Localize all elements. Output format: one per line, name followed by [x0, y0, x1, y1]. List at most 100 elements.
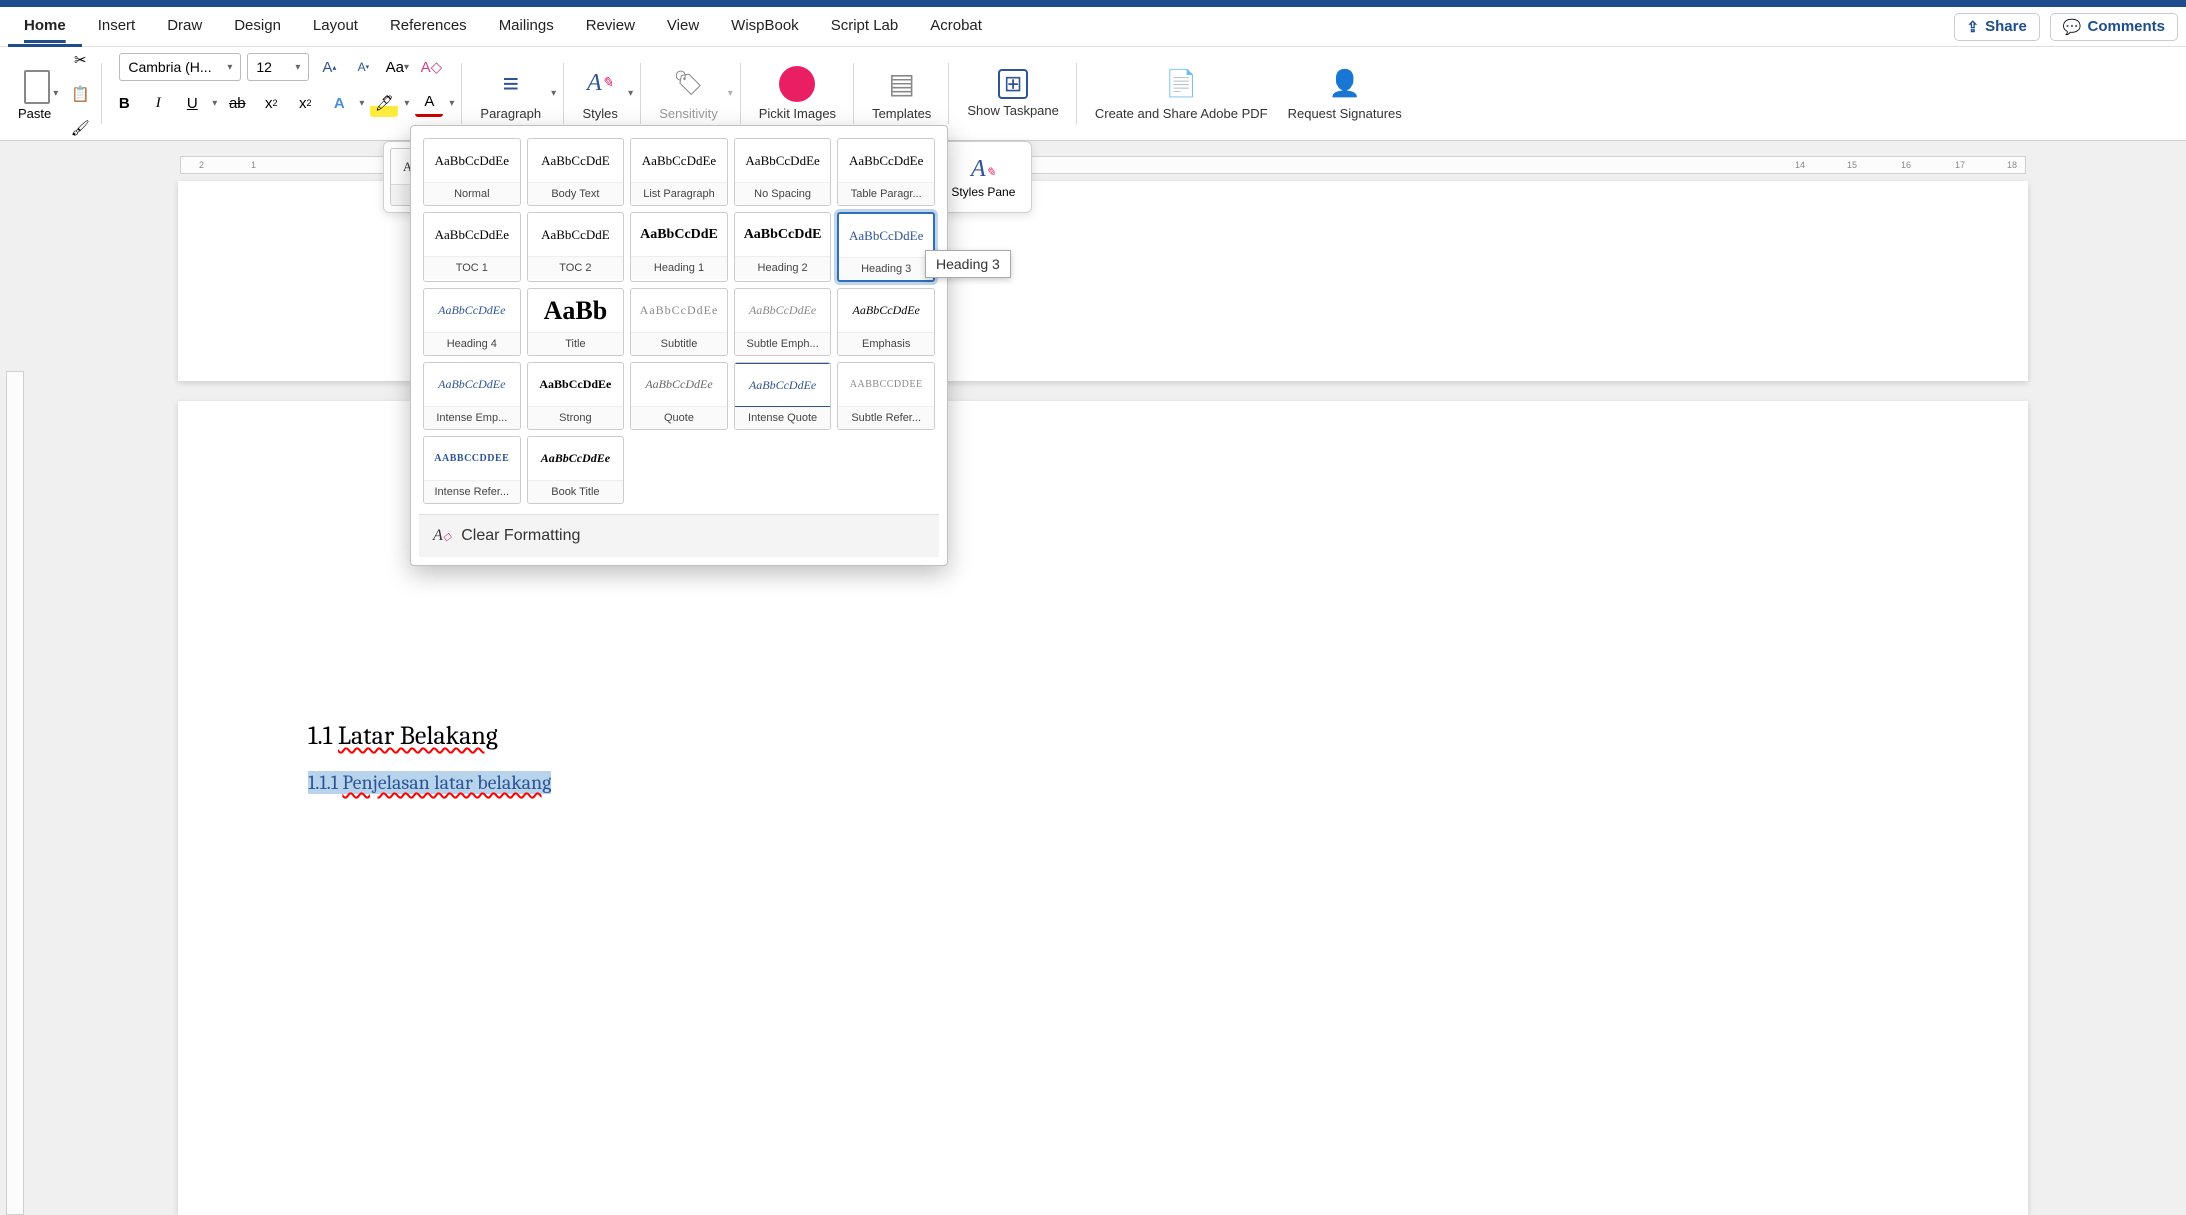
decrease-font-icon[interactable]: A▾: [349, 53, 377, 81]
tab-references[interactable]: References: [374, 7, 483, 47]
heading-1[interactable]: 1.1 Latar Belakang: [308, 721, 498, 751]
templates-button[interactable]: ▤ Templates: [862, 62, 941, 126]
underline-icon[interactable]: U: [178, 89, 206, 117]
paragraph-button[interactable]: ≡ Paragraph: [470, 62, 551, 126]
italic-icon[interactable]: I: [144, 89, 172, 117]
styles-pane-button[interactable]: A✎ Styles Pane: [941, 150, 1025, 205]
style-tile-list-paragraph[interactable]: AaBbCcDdEeList Paragraph: [630, 138, 728, 206]
tab-home[interactable]: Home: [8, 7, 82, 47]
paragraph-label: Paragraph: [480, 106, 541, 122]
style-tile-book-title[interactable]: AaBbCcDdEeBook Title: [527, 436, 625, 504]
style-tile-heading-3[interactable]: AaBbCcDdEeHeading 3: [837, 212, 935, 282]
cut-icon[interactable]: ✂: [66, 46, 94, 74]
tab-scriptlab[interactable]: Script Lab: [815, 7, 915, 47]
style-tile-heading-2[interactable]: AaBbCcDdEHeading 2: [734, 212, 832, 282]
styles-dropdown-toggle[interactable]: ▾: [628, 88, 633, 99]
style-label: Heading 4: [424, 333, 520, 355]
highlight-dropdown[interactable]: ▾: [404, 98, 409, 109]
request-signatures-button[interactable]: 👤 Request Signatures: [1278, 62, 1412, 126]
vertical-ruler[interactable]: [6, 371, 24, 1215]
style-label: Strong: [528, 407, 624, 429]
style-tile-heading-4[interactable]: AaBbCcDdEeHeading 4: [423, 288, 521, 356]
font-color-icon[interactable]: A: [415, 89, 443, 117]
font-size-select[interactable]: 12 ▾: [247, 53, 309, 81]
style-preview: AaBbCcDdEe: [631, 363, 727, 407]
style-preview: AaBbCcDdE: [631, 213, 727, 257]
text-effects-icon[interactable]: A: [325, 89, 353, 117]
document-area: 2 1 14 15 16 17 18 1.1 Latar Belakang 1.…: [0, 141, 2186, 1215]
style-tile-toc-1[interactable]: AaBbCcDdEeTOC 1: [423, 212, 521, 282]
copy-icon[interactable]: 📋: [66, 80, 94, 108]
style-label: Book Title: [528, 481, 624, 503]
style-preview: AaBbCcDdEe: [528, 363, 624, 407]
header-actions: ⇪ Share 💬 Comments: [1954, 13, 2178, 41]
heading-1-text: Latar Belakang: [338, 721, 498, 751]
format-painter-icon[interactable]: 🖌: [66, 114, 94, 142]
style-tile-strong[interactable]: AaBbCcDdEeStrong: [527, 362, 625, 430]
increase-font-icon[interactable]: A▴: [315, 53, 343, 81]
superscript-icon[interactable]: x2: [291, 89, 319, 117]
pdf-icon: 📄: [1163, 66, 1199, 102]
share-button[interactable]: ⇪ Share: [1954, 13, 2040, 41]
styles-grid: AaBbCcDdEeNormalAaBbCcDdEBody TextAaBbCc…: [419, 134, 939, 508]
change-case-icon[interactable]: Aa▾: [383, 53, 411, 81]
tab-layout[interactable]: Layout: [297, 7, 374, 47]
subscript-icon[interactable]: x2: [257, 89, 285, 117]
font-size-value: 12: [256, 59, 272, 75]
adobe-pdf-button[interactable]: 📄 Create and Share Adobe PDF: [1085, 62, 1278, 126]
taskpane-group: ⊞ Show Taskpane: [949, 53, 1077, 134]
tab-mailings[interactable]: Mailings: [483, 7, 570, 47]
style-tile-subtle-refer-[interactable]: AABBCCDDEESubtle Refer...: [837, 362, 935, 430]
style-tile-normal[interactable]: AaBbCcDdEeNormal: [423, 138, 521, 206]
style-preview: AaBbCcDdE: [528, 213, 624, 257]
paste-dropdown[interactable]: ▾: [53, 88, 58, 99]
tab-acrobat[interactable]: Acrobat: [914, 7, 998, 47]
tab-insert[interactable]: Insert: [82, 7, 152, 47]
style-tile-title[interactable]: AaBbTitle: [527, 288, 625, 356]
style-preview: AaBbCcDdE: [735, 213, 831, 257]
heading-3-selected[interactable]: 1.1.1 Penjelasan latar belakang: [308, 771, 551, 794]
underline-dropdown[interactable]: ▾: [212, 98, 217, 109]
clipboard-group: Paste ▾ ✂ 📋 🖌: [10, 53, 102, 134]
style-label: No Spacing: [735, 183, 831, 205]
style-tooltip: Heading 3: [925, 250, 1011, 278]
sensitivity-label: Sensitivity: [659, 106, 718, 122]
tab-draw[interactable]: Draw: [151, 7, 218, 47]
text-effects-dropdown[interactable]: ▾: [359, 98, 364, 109]
style-tile-table-paragr-[interactable]: AaBbCcDdEeTable Paragr...: [837, 138, 935, 206]
tab-wispbook[interactable]: WispBook: [715, 7, 815, 47]
font-color-dropdown[interactable]: ▾: [449, 98, 454, 109]
style-tile-heading-1[interactable]: AaBbCcDdEHeading 1: [630, 212, 728, 282]
tab-view[interactable]: View: [651, 7, 715, 47]
tab-review[interactable]: Review: [570, 7, 651, 47]
show-taskpane-button[interactable]: ⊞ Show Taskpane: [957, 65, 1069, 123]
pickit-button[interactable]: Pickit Images: [749, 62, 846, 126]
paste-button[interactable]: Paste: [18, 66, 51, 121]
style-label: Intense Refer...: [424, 481, 520, 503]
pickit-label: Pickit Images: [759, 106, 836, 122]
style-tile-intense-quote[interactable]: AaBbCcDdEeIntense Quote: [734, 362, 832, 430]
style-tile-body-text[interactable]: AaBbCcDdEBody Text: [527, 138, 625, 206]
style-tile-subtle-emph-[interactable]: AaBbCcDdEeSubtle Emph...: [734, 288, 832, 356]
style-tile-intense-refer-[interactable]: AABBCCDDEEIntense Refer...: [423, 436, 521, 504]
font-name-select[interactable]: Cambria (H... ▾: [119, 53, 241, 81]
style-tile-toc-2[interactable]: AaBbCcDdETOC 2: [527, 212, 625, 282]
sensitivity-dropdown[interactable]: ▾: [728, 88, 733, 99]
tab-design[interactable]: Design: [218, 7, 297, 47]
style-tile-quote[interactable]: AaBbCcDdEeQuote: [630, 362, 728, 430]
style-tile-subtitle[interactable]: AaBbCcDdEeSubtitle: [630, 288, 728, 356]
bold-icon[interactable]: B: [110, 89, 138, 117]
style-tile-emphasis[interactable]: AaBbCcDdEeEmphasis: [837, 288, 935, 356]
signature-icon: 👤: [1327, 66, 1363, 102]
paragraph-dropdown[interactable]: ▾: [551, 88, 556, 99]
style-tile-intense-emp-[interactable]: AaBbCcDdEeIntense Emp...: [423, 362, 521, 430]
clear-formatting-icon[interactable]: A◇: [417, 53, 445, 81]
clear-formatting-button[interactable]: A◇ Clear Formatting: [419, 514, 939, 557]
highlight-icon[interactable]: 🖊: [370, 89, 398, 117]
style-tile-no-spacing[interactable]: AaBbCcDdEeNo Spacing: [734, 138, 832, 206]
styles-button[interactable]: A✎ Styles: [572, 62, 628, 126]
comments-button[interactable]: 💬 Comments: [2050, 13, 2178, 41]
strikethrough-icon[interactable]: ab: [223, 89, 251, 117]
font-name-value: Cambria (H...: [128, 59, 211, 75]
sensitivity-button[interactable]: 🏷 Sensitivity: [649, 62, 728, 126]
